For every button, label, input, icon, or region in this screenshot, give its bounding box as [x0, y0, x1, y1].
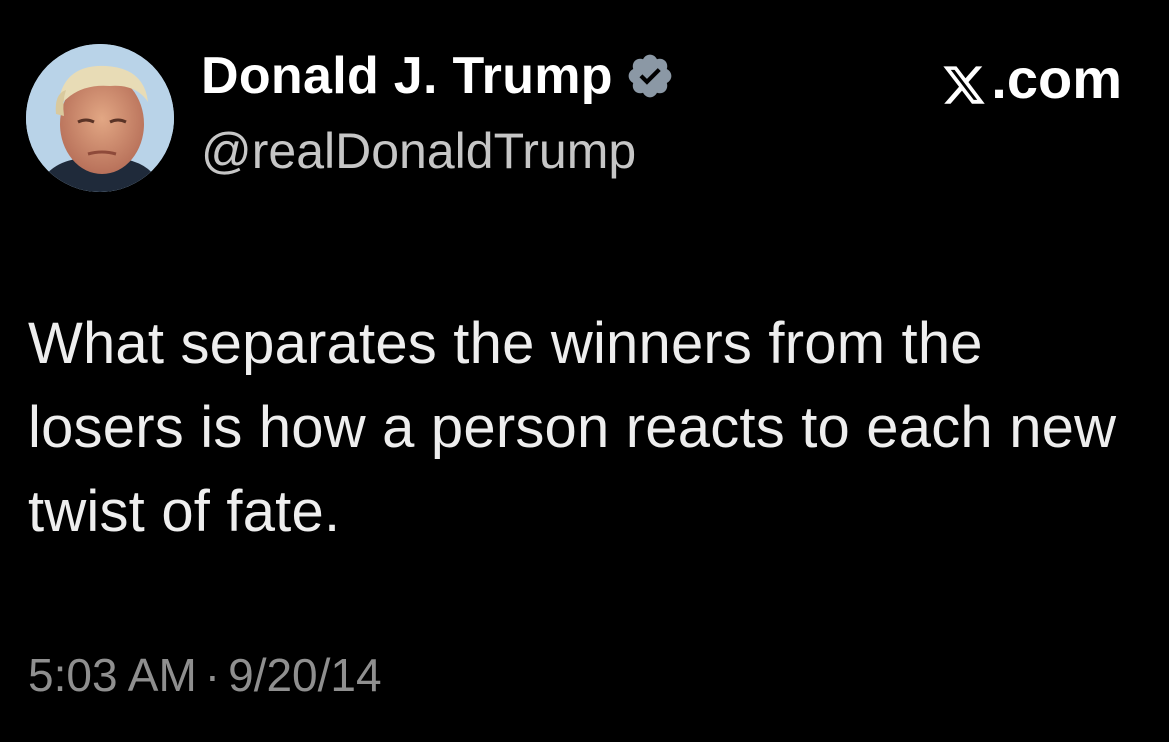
source-domain: .com [991, 47, 1122, 110]
tweet-text: What separates the winners from the lose… [28, 311, 1117, 544]
timestamp-separator: · [204, 649, 221, 701]
author-names: Donald J. Trump @realDonaldTrump [201, 44, 675, 180]
tweet-date: 9/20/14 [228, 649, 382, 701]
tweet-header: Donald J. Trump @realDonaldTrump .com [26, 44, 1136, 194]
tweet-timestamp[interactable]: 5:03 AM · 9/20/14 [28, 648, 382, 702]
avatar[interactable] [26, 44, 174, 192]
display-name[interactable]: Donald J. Trump [201, 46, 613, 106]
tweet-time: 5:03 AM [28, 649, 197, 701]
verified-badge-icon [625, 51, 675, 101]
display-name-row: Donald J. Trump [201, 44, 675, 108]
avatar-photo [26, 44, 174, 192]
x-logo-icon [941, 56, 987, 104]
tweet-card: Donald J. Trump @realDonaldTrump .com Wh… [0, 0, 1169, 742]
author-handle[interactable]: @realDonaldTrump [201, 122, 675, 180]
source-label: .com [941, 46, 1122, 111]
